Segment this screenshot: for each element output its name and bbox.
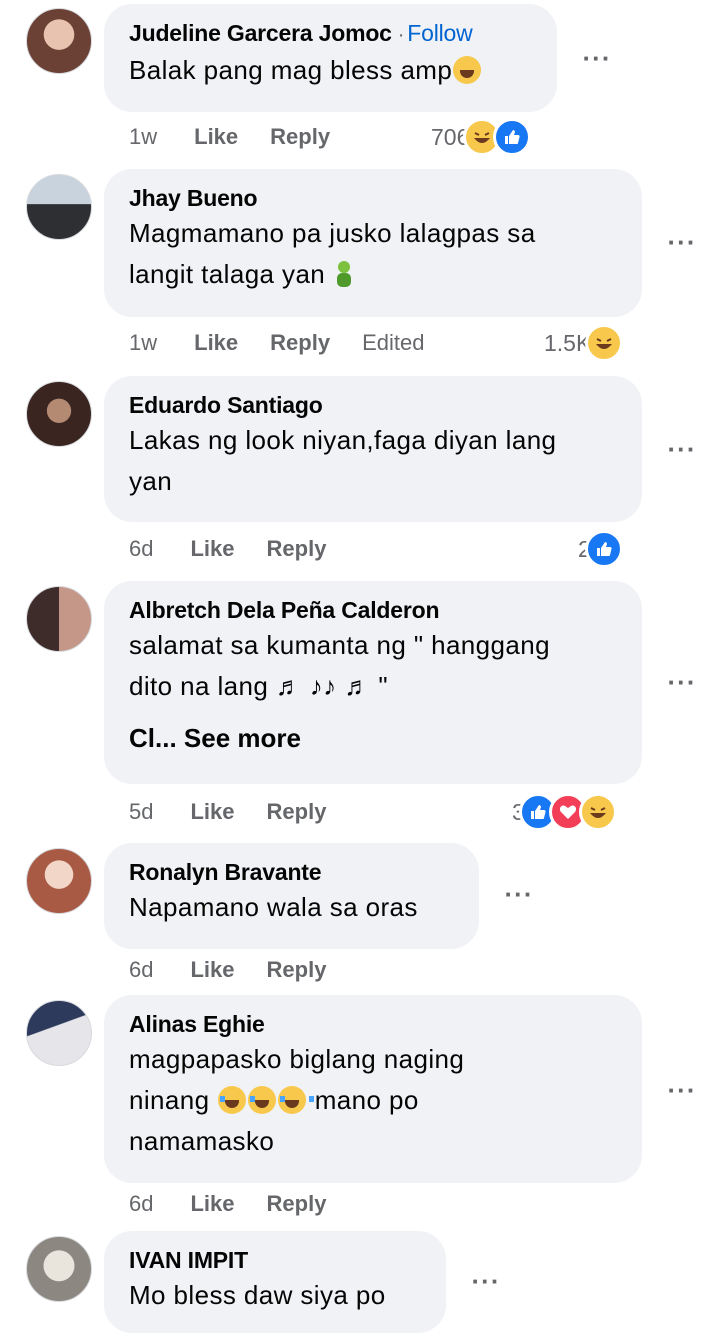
comment-line: mano po [314,1085,419,1115]
more-options-icon[interactable]: ··· [664,1077,700,1104]
like-button[interactable]: Like [190,799,234,825]
author-name[interactable]: Ronalyn Bravante [129,857,455,887]
tears-of-joy-emoji-icon [278,1086,315,1114]
avatar[interactable] [26,1000,92,1066]
timestamp[interactable]: 5d [129,799,153,825]
more-options-icon[interactable]: ··· [501,881,537,908]
see-more-link[interactable]: Cl... See more [129,715,618,761]
comment-line: Napamano wala sa oras [129,892,418,922]
person-facepalm-emoji-icon [337,261,352,287]
tears-of-joy-emoji-icon [218,1086,255,1114]
like-button[interactable]: Like [194,330,238,356]
like-button[interactable]: Like [190,957,234,983]
more-options-icon[interactable]: ··· [664,669,700,696]
separator-dot: · [397,24,405,46]
comment-bubble: IVAN IMPIT Mo bless daw siya po [104,1231,446,1333]
avatar[interactable] [26,174,92,240]
tears-of-joy-emoji-icon [248,1086,285,1114]
reply-button[interactable]: Reply [270,330,330,356]
reply-button[interactable]: Reply [267,1191,327,1217]
comment-bubble: Eduardo Santiago Lakas ng look niyan,fag… [104,376,642,522]
avatar[interactable] [26,381,92,447]
comment-actions: 6d Like Reply [129,955,358,985]
timestamp[interactable]: 6d [129,536,153,562]
timestamp[interactable]: 6d [129,1191,153,1217]
reaction-summary[interactable]: 1.5K [544,324,624,362]
timestamp[interactable]: 6d [129,957,153,983]
comment-text: Balak pang mag bless amp [129,50,533,91]
avatar[interactable] [26,586,92,652]
author-name[interactable]: Albretch Dela Peña Calderon [129,595,618,625]
comment-actions: 5d Like Reply [129,797,358,827]
follow-link[interactable]: Follow [407,20,472,46]
laughing-emoji-icon [453,56,482,84]
reply-button[interactable]: Reply [267,957,327,983]
more-options-icon[interactable]: ··· [579,45,615,72]
haha-icon [585,324,624,362]
more-options-icon[interactable]: ··· [664,229,700,256]
timestamp[interactable]: 1w [129,124,157,150]
reply-button[interactable]: Reply [267,536,327,562]
like-icon [584,530,623,568]
avatar[interactable] [26,1236,92,1302]
like-button[interactable]: Like [190,1191,234,1217]
comment-actions: 6d Like Reply [129,534,358,564]
more-options-icon[interactable]: ··· [664,436,700,463]
comment-line: Magmamano pa jusko lalagpas sa [129,218,536,248]
edited-label: Edited [362,330,425,355]
comment-actions: 1w Like Reply [129,122,362,152]
reaction-summary[interactable]: 706 [431,118,532,156]
avatar[interactable] [26,8,92,74]
comment-actions: 6d Like Reply [129,1189,358,1219]
author-name[interactable]: IVAN IMPIT [129,1245,422,1275]
comment-bubble: Judeline Garcera Jomoc · Follow Balak pang… [104,4,557,112]
comment-line: namamasko [129,1126,275,1156]
comment-line: Balak pang mag bless amp [129,55,453,85]
comment-line: Lakas ng look niyan,faga diyan lang [129,425,557,455]
comment-line: salamat sa kumanta ng " hanggang [129,630,550,660]
comment-line: yan [129,466,173,496]
comment-bubble: Albretch Dela Peña Calderon salamat sa k… [104,581,642,784]
comment-line: langit talaga yan [129,259,326,289]
comment-line: Mo bless daw siya po [129,1280,386,1310]
like-button[interactable]: Like [190,536,234,562]
avatar[interactable] [26,848,92,914]
comment-bubble: Ronalyn Bravante Napamano wala sa oras [104,843,479,949]
comment-line: magpapasko biglang naging [129,1044,465,1074]
more-options-icon[interactable]: ··· [468,1268,504,1295]
reaction-count: 1.5K [544,329,592,356]
reaction-summary[interactable]: 3 [512,793,617,831]
author-name[interactable]: Alinas Eghie [129,1009,618,1039]
comment-line: ninang [129,1085,210,1115]
timestamp[interactable]: 1w [129,330,157,356]
haha-icon [578,793,617,831]
like-button[interactable]: Like [194,124,238,150]
like-icon [493,118,532,156]
author-name[interactable]: Jhay Bueno [129,183,618,213]
comment-actions: 1w Like Reply Edited [129,328,456,358]
author-name[interactable]: Judeline Garcera Jomoc [129,20,392,46]
reaction-summary[interactable]: 2 [578,530,623,568]
comment-bubble: Jhay Bueno Magmamano pa jusko lalagpas s… [104,169,642,317]
reply-button[interactable]: Reply [270,124,330,150]
reply-button[interactable]: Reply [267,799,327,825]
comment-bubble: Alinas Eghie magpapasko biglang naging n… [104,995,642,1183]
comment-line: dito na lang ♬ ♪♪ ♬ " [129,671,388,701]
author-name[interactable]: Eduardo Santiago [129,390,618,420]
